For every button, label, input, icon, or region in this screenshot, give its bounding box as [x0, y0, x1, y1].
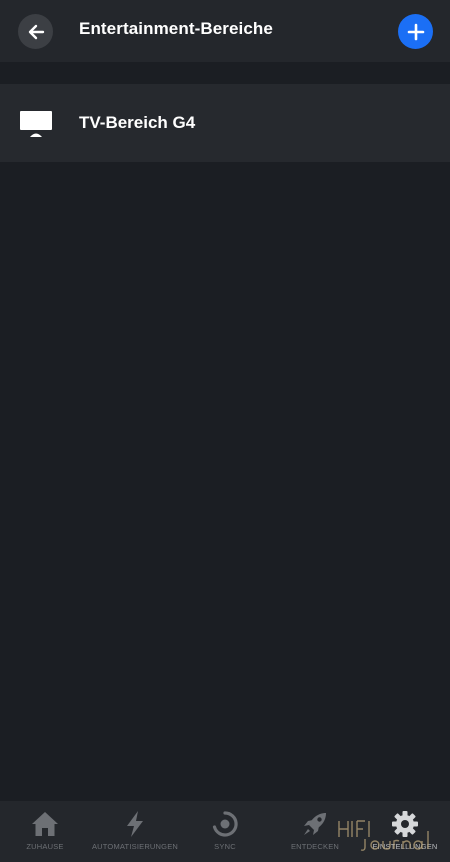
arrow-left-icon — [28, 24, 44, 39]
home-icon — [32, 812, 58, 836]
bottom-navigation: ZUHAUSE AUTOMATISIERUNGEN SYNC ENTDECKEN — [0, 801, 450, 862]
top-app-bar: Entertainment-Bereiche — [0, 0, 450, 62]
nav-item-automatisierungen[interactable]: AUTOMATISIERUNGEN — [90, 801, 180, 862]
rocket-icon — [304, 813, 326, 835]
entertainment-area-item[interactable]: TV-Bereich G4 — [0, 84, 450, 162]
nav-item-sync[interactable]: SYNC — [205, 801, 245, 862]
area-name: TV-Bereich G4 — [79, 113, 196, 132]
nav-label: ZUHAUSE — [26, 842, 64, 851]
plus-icon — [407, 23, 424, 40]
nav-label: SYNC — [214, 842, 236, 851]
tv-icon — [20, 111, 52, 137]
add-area-button[interactable] — [398, 14, 433, 49]
gear-icon — [392, 811, 418, 837]
lightning-icon — [127, 811, 143, 837]
nav-label: EINSTELLUNGEN — [372, 842, 438, 851]
nav-label: ENTDECKEN — [290, 842, 340, 851]
nav-item-entdecken[interactable]: ENTDECKEN — [290, 801, 340, 862]
back-button[interactable] — [18, 14, 53, 49]
nav-label: AUTOMATISIERUNGEN — [91, 842, 179, 851]
nav-item-zuhause[interactable]: ZUHAUSE — [25, 801, 65, 862]
nav-item-einstellungen[interactable]: EINSTELLUNGEN — [372, 801, 438, 862]
page-title: Entertainment-Bereiche — [79, 19, 273, 38]
sync-icon — [212, 811, 238, 837]
